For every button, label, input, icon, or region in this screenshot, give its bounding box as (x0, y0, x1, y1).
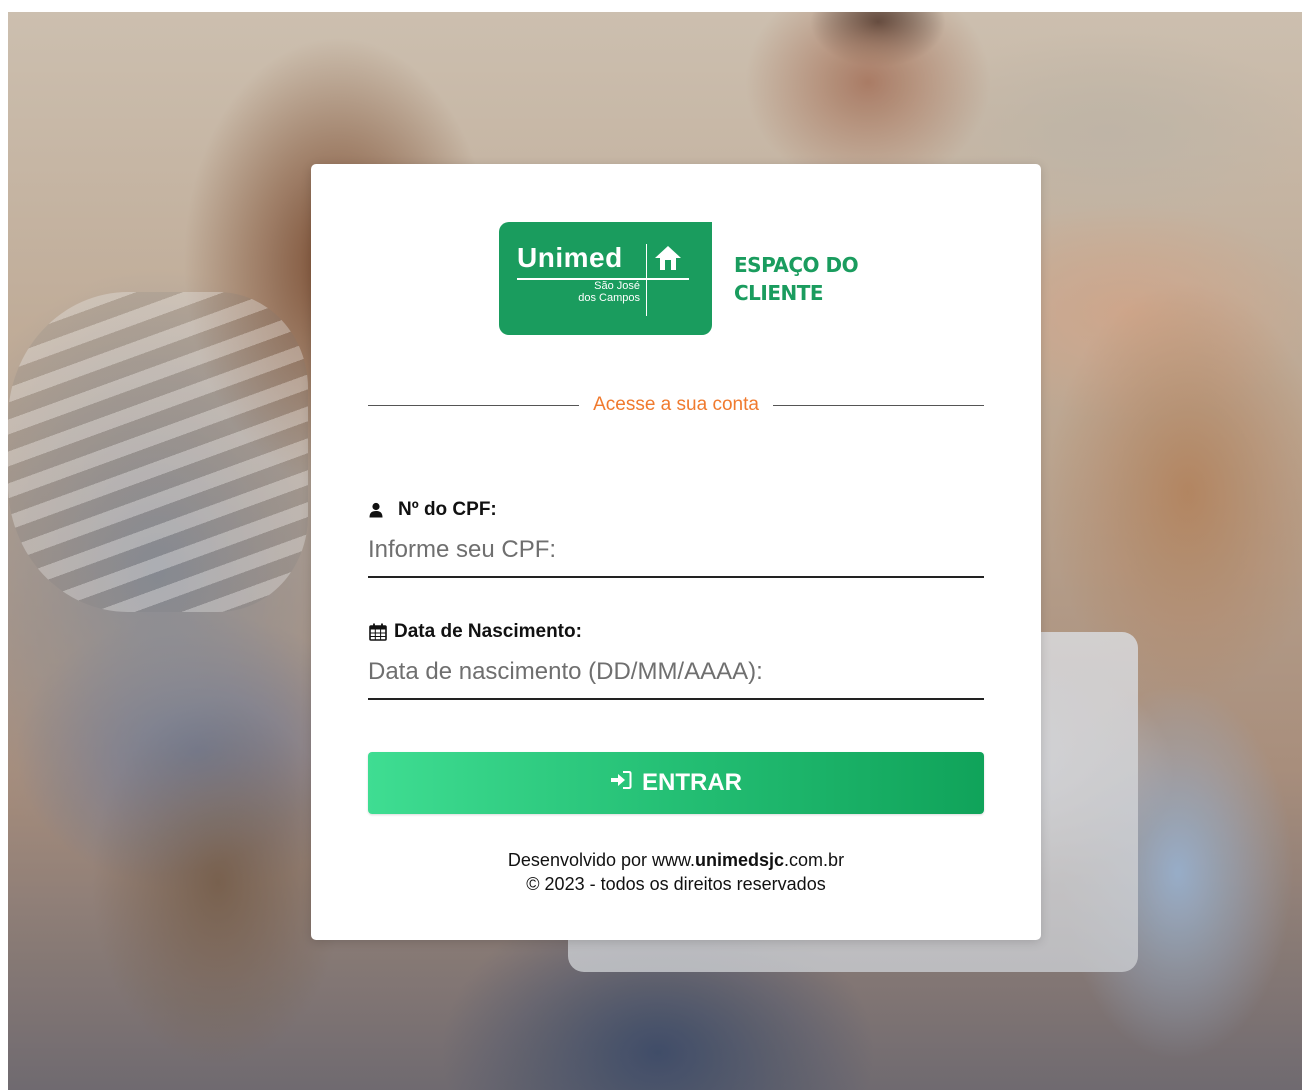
logo-subtitle: São José dos Campos (578, 280, 640, 304)
brand-header: Unimed São José dos Campos ESPAÇO DO CLI… (499, 222, 874, 335)
unimed-symbol-svg (655, 246, 681, 270)
cpf-label-text: Nº do CPF: (398, 499, 497, 520)
sign-in-icon (610, 769, 642, 797)
app-title-line1: ESPAÇO DO (734, 252, 859, 277)
enter-button[interactable]: ENTRAR (368, 752, 984, 814)
copyright-text: © 2023 - todos os direitos reservados (526, 874, 826, 894)
divider-line-left (368, 404, 580, 406)
logo-divider (646, 244, 647, 316)
birthdate-label: Data de Nascimento: (368, 620, 984, 644)
logo-wordmark: Unimed (517, 242, 623, 273)
section-heading: Acesse a sua conta (368, 394, 985, 416)
app-title-line2: CLIENTE (734, 280, 824, 305)
birthdate-label-text: Data de Nascimento: (394, 621, 582, 642)
cpf-input[interactable] (368, 528, 984, 578)
developer-credit: Desenvolvido por www.unimedsjc.com.br (311, 848, 1041, 872)
background-shirt-pattern (8, 292, 308, 612)
calendar-icon (368, 622, 388, 642)
dev-suffix: .com.br (784, 850, 845, 870)
divider-line-right (772, 404, 985, 406)
user-icon (368, 502, 384, 518)
dev-prefix: Desenvolvido por www. (507, 850, 696, 870)
unimed-logo: Unimed São José dos Campos (499, 222, 712, 335)
page-viewport: Unimed São José dos Campos ESPAÇO DO CLI… (8, 12, 1302, 1090)
footer: Desenvolvido por www.unimedsjc.com.br © … (311, 848, 1041, 896)
cpf-field-group: Nº do CPF: (368, 498, 984, 578)
app-title: ESPAÇO DO CLIENTE (734, 251, 874, 307)
dev-domain: unimedsjc (695, 850, 785, 870)
enter-button-label: ENTRAR (642, 769, 742, 796)
logo-sub-line1: São José (594, 280, 640, 292)
birthdate-field-group: Data de Nascimento: (368, 620, 984, 700)
section-heading-label: Acesse a sua conta (593, 394, 759, 415)
birthdate-input[interactable] (368, 650, 984, 700)
cpf-label: Nº do CPF: (368, 498, 984, 522)
logo-sub-line2: dos Campos (578, 292, 640, 304)
login-card: Unimed São José dos Campos ESPAÇO DO CLI… (311, 164, 1041, 940)
unimed-symbol-icon (651, 244, 685, 281)
